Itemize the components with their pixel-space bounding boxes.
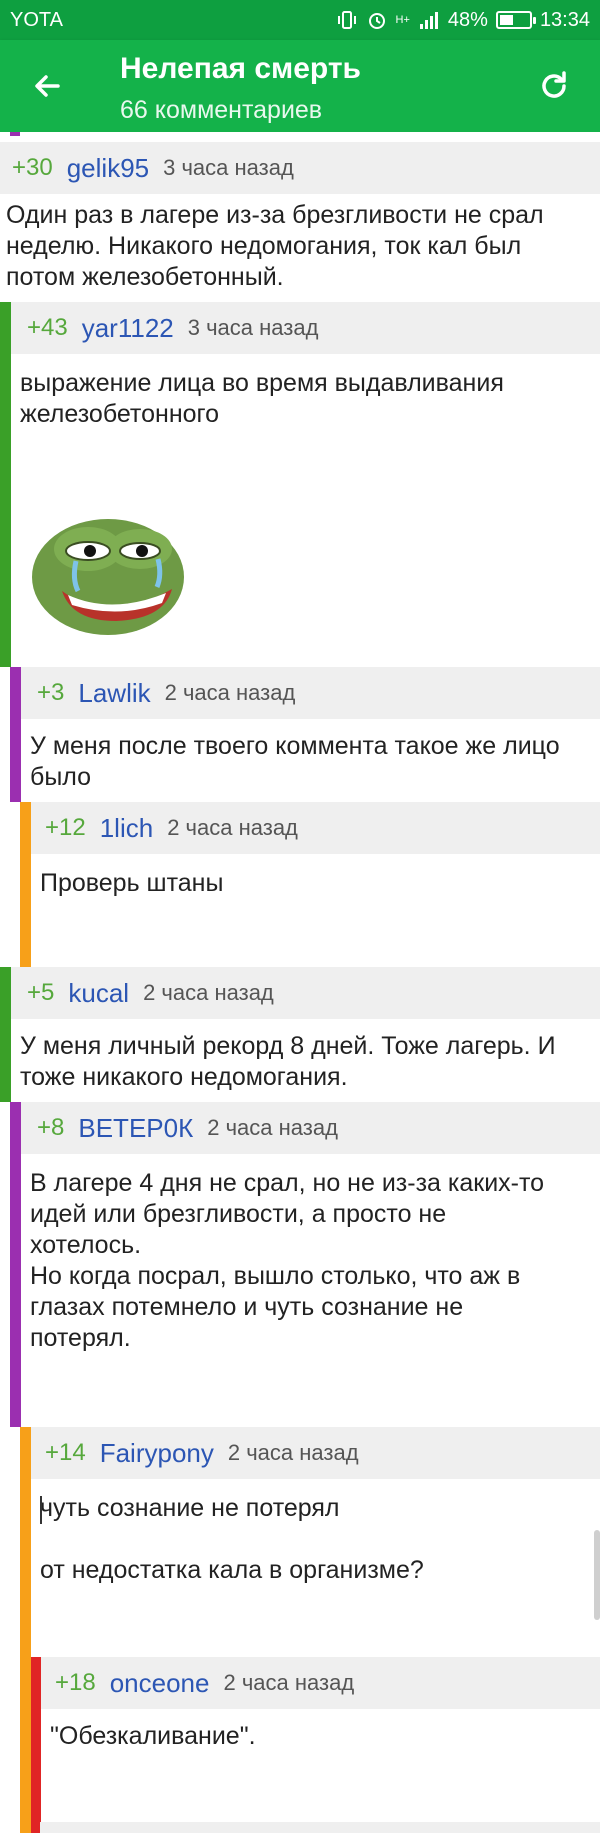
scrollbar-thumb[interactable] <box>594 1530 600 1620</box>
comment-header: +12 1lich 2 часа назад <box>31 802 600 854</box>
comment-time: 2 часа назад <box>207 1115 338 1140</box>
comment-time: 2 часа назад <box>143 980 274 1005</box>
refresh-icon[interactable] <box>534 66 574 106</box>
comment-time: 3 часа назад <box>163 155 294 180</box>
comment-author[interactable]: gelik95 <box>67 153 149 184</box>
thread-level-bar <box>0 302 11 667</box>
comment-rating: +5 <box>27 979 55 1006</box>
clock: 13:34 <box>539 8 590 31</box>
next-comment-header <box>40 1822 600 1833</box>
comment-header: +18 onceone 2 часа назад <box>41 1657 600 1709</box>
comment: +12 1lich 2 часа назад Проверь штаны <box>20 802 600 967</box>
carrier-label: YOTA <box>10 8 63 31</box>
comment-rating: +30 <box>12 154 53 181</box>
thread-indent-bar <box>10 132 20 136</box>
comment-text: У меня личный рекорд 8 дней. Тоже лагерь… <box>20 1032 556 1091</box>
comment: +43 yar1122 3 часа назад выражение лица … <box>0 302 600 667</box>
comment-header: +14 Fairypony 2 часа назад <box>31 1427 600 1479</box>
comment-rating: +3 <box>37 679 65 706</box>
comment-text: чуть сознание не потерял от недостатка к… <box>40 1494 424 1584</box>
comment-author[interactable]: ВЕТЕР0К <box>78 1113 193 1144</box>
comment-time: 2 часа назад <box>227 1440 359 1465</box>
comment-rating: +12 <box>45 814 86 841</box>
signal-icon <box>419 12 438 29</box>
comment-text: выражение лица во время выдавливания жел… <box>20 369 504 428</box>
battery-percent: 48% <box>447 8 488 31</box>
comment-text: В лагере 4 дня не срал, но не из-за каки… <box>30 1169 545 1352</box>
comment-image[interactable] <box>28 507 188 637</box>
comment: +30 gelik95 3 часа назад Один раз в лаге… <box>0 132 600 302</box>
comment-time: 3 часа назад <box>187 315 319 340</box>
comment-rating: +43 <box>27 314 68 341</box>
comment-header: +3 Lawlik 2 часа назад <box>21 667 600 719</box>
battery-icon <box>495 11 536 29</box>
arrow-left-icon[interactable] <box>28 66 68 106</box>
comment: +18 onceone 2 часа назад "Обезкаливание"… <box>30 1657 600 1833</box>
comment: +3 Lawlik 2 часа назад У меня после твое… <box>10 667 600 802</box>
comment-rating: +14 <box>45 1439 86 1466</box>
comment-author[interactable]: 1lich <box>100 813 153 844</box>
comment-rating: +8 <box>37 1114 65 1141</box>
app-bar: Нелепая смерть 66 комментариев <box>0 40 600 132</box>
comment-text: Проверь штаны <box>40 869 224 897</box>
comment-text: "Обезкаливание". <box>50 1722 256 1750</box>
comment-time: 2 часа назад <box>167 815 298 840</box>
comment-time: 2 часа назад <box>223 1670 355 1695</box>
comment-author[interactable]: Lawlik <box>78 678 150 709</box>
comment-author[interactable]: onceone <box>110 1668 210 1699</box>
comment-text: Один раз в лагере из-за брезгливости не … <box>6 201 544 291</box>
thread-level-bar <box>20 1657 31 1833</box>
comment: +5 kucal 2 часа назад У меня личный реко… <box>0 967 600 1102</box>
vibrate-icon <box>337 11 356 29</box>
network-type: H+ <box>395 14 410 26</box>
comment: +8 ВЕТЕР0К 2 часа назад В лагере 4 дня н… <box>10 1102 600 1427</box>
page-title: Нелепая смерть <box>120 52 361 85</box>
comment-author[interactable]: Fairypony <box>100 1438 214 1469</box>
comment-rating: +18 <box>55 1669 96 1696</box>
comment-author[interactable]: kucal <box>68 978 129 1009</box>
status-bar: YOTA H+ 48% 13:34 <box>0 0 600 40</box>
comment-count: 66 комментариев <box>120 96 323 124</box>
comment-text: У меня после твоего коммента такое же ли… <box>30 732 560 791</box>
alarm-icon <box>368 13 385 29</box>
comment-header: +5 kucal 2 часа назад <box>11 967 600 1019</box>
text-cursor <box>40 1496 42 1524</box>
comment-author[interactable]: yar1122 <box>82 313 174 344</box>
comment-header: +30 gelik95 3 часа назад <box>0 142 600 194</box>
comment: +14 Fairypony 2 часа назад чуть сознание… <box>20 1427 600 1657</box>
status-icons: H+ 48% 13:34 <box>336 9 590 32</box>
comment-header: +8 ВЕТЕР0К 2 часа назад <box>21 1102 600 1154</box>
comment-time: 2 часа назад <box>164 680 296 705</box>
comment-header: +43 yar1122 3 часа назад <box>11 302 600 354</box>
